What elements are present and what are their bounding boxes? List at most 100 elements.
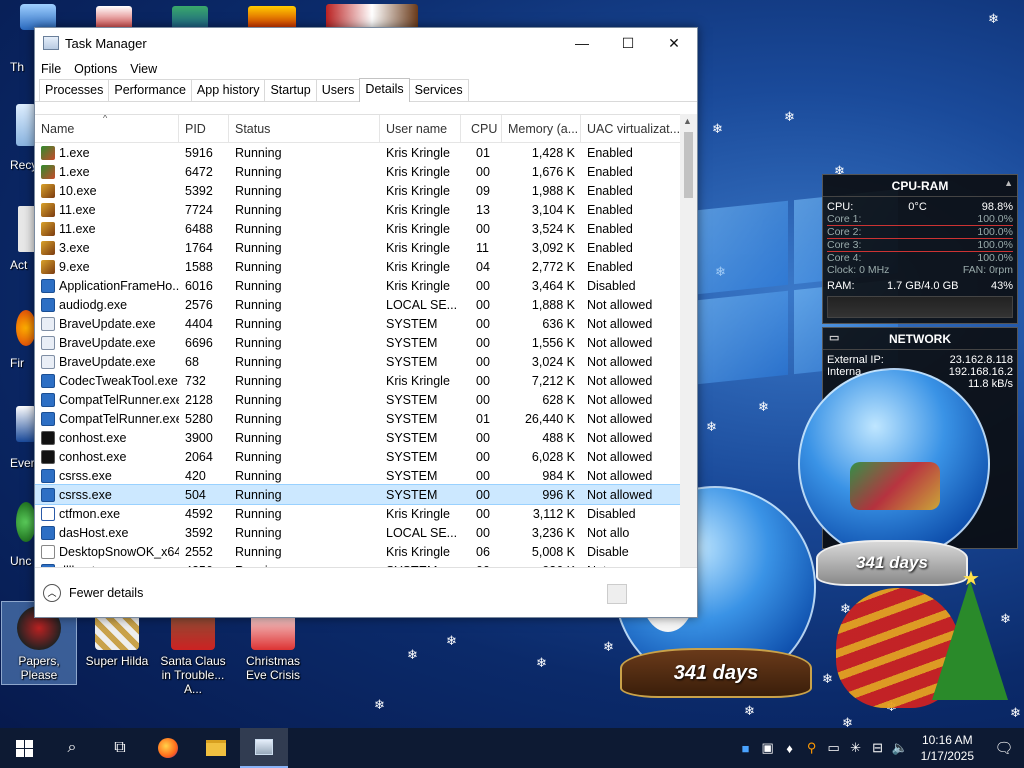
desktop-icon[interactable] <box>16 502 36 542</box>
cell-name: 10.exe <box>35 183 179 198</box>
volume-icon[interactable]: 🔈 <box>889 740 911 756</box>
core-row: Core 3: 100.0% <box>823 239 1017 251</box>
cpu-ram-gadget[interactable]: CPU-RAM ▲ CPU: 0°C 98.8% Core 1: 100.0% C… <box>822 174 1018 324</box>
tray-app-icon[interactable]: ♦ <box>779 741 801 756</box>
cell-user: LOCAL SE... <box>386 525 458 540</box>
process-table[interactable]: ^ Name PID Status User name CPU Memory (… <box>35 114 697 568</box>
column-header-cpu[interactable]: CPU <box>461 115 502 143</box>
tray-app-icon[interactable]: ▭ <box>823 740 845 756</box>
table-row[interactable]: CompatTelRunner.exe 2128 Running SYSTEM 00 62… <box>35 390 697 409</box>
settings-icon[interactable]: ▲ <box>1004 178 1013 188</box>
column-header-status[interactable]: Status <box>229 115 380 143</box>
clock[interactable]: 10:16 AM 1/17/2025 <box>921 732 974 764</box>
table-row[interactable]: ApplicationFrameHo... 6016 Running Kris Kri… <box>35 276 697 295</box>
ram-value: 1.7 GB/4.0 GB <box>886 280 959 292</box>
menu-options[interactable]: Options <box>74 62 117 76</box>
column-header-pid[interactable]: PID <box>179 115 229 143</box>
cpu-temp: 0°C <box>908 201 927 213</box>
tab-users[interactable]: Users <box>315 79 361 101</box>
table-row[interactable]: 3.exe 1764 Running Kris Kringle 11 3,092 K Ena… <box>35 238 697 257</box>
tab-startup[interactable]: Startup <box>264 79 317 101</box>
table-row[interactable]: CodecTweakTool.exe 732 Running Kris Kringle… <box>35 371 697 390</box>
recycle-bin-icon[interactable] <box>16 104 36 146</box>
table-row[interactable]: audiodg.exe 2576 Running LOCAL SE... 00 1,888… <box>35 295 697 314</box>
cell-status: Running <box>235 297 282 312</box>
cell-pid: 6016 <box>185 278 213 293</box>
start-button[interactable] <box>0 728 48 768</box>
desktop-icon-left[interactable]: Unc <box>10 554 31 568</box>
tab-details[interactable]: Details <box>359 78 410 102</box>
task-manager-taskbar-button[interactable] <box>240 728 288 768</box>
firefox-taskbar-button[interactable] <box>144 728 192 768</box>
table-row[interactable]: csrss.exe 504 Running SYSTEM 00 996 K Not allo… <box>35 484 697 505</box>
table-row[interactable]: dasHost.exe 3592 Running LOCAL SE... 00 3,236… <box>35 523 697 542</box>
table-row[interactable]: 11.exe 7724 Running Kris Kringle 13 3,104 K En… <box>35 200 697 219</box>
table-row[interactable]: BraveUpdate.exe 68 Running SYSTEM 00 3,024 K N… <box>35 352 697 371</box>
table-row[interactable]: 1.exe 5916 Running Kris Kringle 01 1,428 K Ena… <box>35 143 697 162</box>
task-view-button[interactable]: ⧉ <box>96 728 144 768</box>
chevron-up-icon[interactable]: ︿ <box>43 583 61 602</box>
cell-memory: 5,008 K <box>531 544 575 559</box>
vertical-scrollbar[interactable]: ▲ <box>680 114 697 568</box>
cell-status: Running <box>235 278 282 293</box>
firefox-icon[interactable] <box>16 310 36 346</box>
tray-app-icon[interactable]: ⚲ <box>801 740 823 756</box>
column-header-user[interactable]: User name <box>380 115 461 143</box>
table-row[interactable]: BraveUpdate.exe 6696 Running SYSTEM 00 1,556 … <box>35 333 697 352</box>
tab-performance[interactable]: Performance <box>108 79 192 101</box>
table-row[interactable]: BraveUpdate.exe 4404 Running SYSTEM 00 636 K N… <box>35 314 697 333</box>
table-row[interactable]: DesktopSnowOK_x64... 2552 Running Kris Krin… <box>35 542 697 561</box>
tab-processes[interactable]: Processes <box>39 79 110 101</box>
network-icon[interactable]: ⊟ <box>867 740 889 756</box>
cell-status: Running <box>235 335 282 350</box>
table-row[interactable]: 1.exe 6472 Running Kris Kringle 00 1,676 K Ena… <box>35 162 697 181</box>
cell-cpu: 09 <box>476 183 490 198</box>
snowflake-tray-icon[interactable]: ✳ <box>845 740 867 756</box>
menu-view[interactable]: View <box>130 62 157 76</box>
desktop-icon-santa-claus-in-trouble[interactable]: Santa Claus in Trouble... A... <box>156 606 230 696</box>
tab-app-history[interactable]: App history <box>190 79 266 101</box>
desktop-icon-left[interactable]: Fir <box>10 356 24 370</box>
cell-cpu: 00 <box>476 373 490 388</box>
table-row[interactable]: 9.exe 1588 Running Kris Kringle 04 2,772 K Ena… <box>35 257 697 276</box>
close-button[interactable]: ✕ <box>651 28 697 58</box>
maximize-button[interactable]: ☐ <box>605 28 651 58</box>
table-row[interactable]: 11.exe 6488 Running Kris Kringle 00 3,524 K En… <box>35 219 697 238</box>
column-header-memory[interactable]: Memory (a... <box>502 115 581 143</box>
cell-uac: Disable <box>587 544 629 559</box>
table-row[interactable]: csrss.exe 420 Running SYSTEM 00 984 K Not allo… <box>35 466 697 485</box>
tray-app-icon[interactable]: ▣ <box>757 740 779 756</box>
table-row[interactable]: CompatTelRunner.exe 5280 Running SYSTEM 01 26… <box>35 409 697 428</box>
desktop-icon-left[interactable]: Ever <box>10 456 35 470</box>
fewer-details-link[interactable]: Fewer details <box>69 586 143 600</box>
cell-memory: 628 K <box>542 392 575 407</box>
table-row[interactable]: 10.exe 5392 Running Kris Kringle 09 1,988 K En… <box>35 181 697 200</box>
tab-services[interactable]: Services <box>408 79 469 101</box>
pen-icon <box>41 506 55 521</box>
tray-app-icon[interactable]: ■ <box>735 741 757 756</box>
title-bar[interactable]: Task Manager — ☐ ✕ <box>35 28 697 58</box>
scroll-up-icon[interactable]: ▲ <box>683 116 692 126</box>
cell-pid: 6472 <box>185 164 213 179</box>
minimize-button[interactable]: — <box>559 28 605 58</box>
desktop-icon-left[interactable]: Act <box>10 258 27 272</box>
end-task-button[interactable] <box>607 584 627 604</box>
cell-status: Running <box>235 449 282 464</box>
desktop-icon[interactable] <box>16 406 36 442</box>
star-icon: ★ <box>962 568 980 590</box>
search-button[interactable]: ⌕ <box>48 728 96 768</box>
table-row[interactable]: conhost.exe 3900 Running SYSTEM 00 488 K Not a… <box>35 428 697 447</box>
cell-cpu: 13 <box>476 202 490 217</box>
menu-file[interactable]: File <box>41 62 61 76</box>
cell-status: Running <box>235 202 282 217</box>
table-row[interactable]: ctfmon.exe 4592 Running Kris Kringle 00 3,112… <box>35 504 697 523</box>
column-header-uac[interactable]: UAC virtualizat... <box>581 115 682 143</box>
file-explorer-button[interactable] <box>192 728 240 768</box>
cell-cpu: 00 <box>476 354 490 369</box>
task-manager-window[interactable]: Task Manager — ☐ ✕ File Options View Pro… <box>34 27 698 618</box>
notification-icon[interactable]: 🗨 <box>984 739 1024 757</box>
table-row[interactable]: conhost.exe 2064 Running SYSTEM 00 6,028 K Not… <box>35 447 697 466</box>
scrollbar-thumb[interactable] <box>684 132 693 198</box>
days-counter-small: 341 days <box>856 553 928 572</box>
desktop-icon-left[interactable]: Th <box>10 60 24 74</box>
